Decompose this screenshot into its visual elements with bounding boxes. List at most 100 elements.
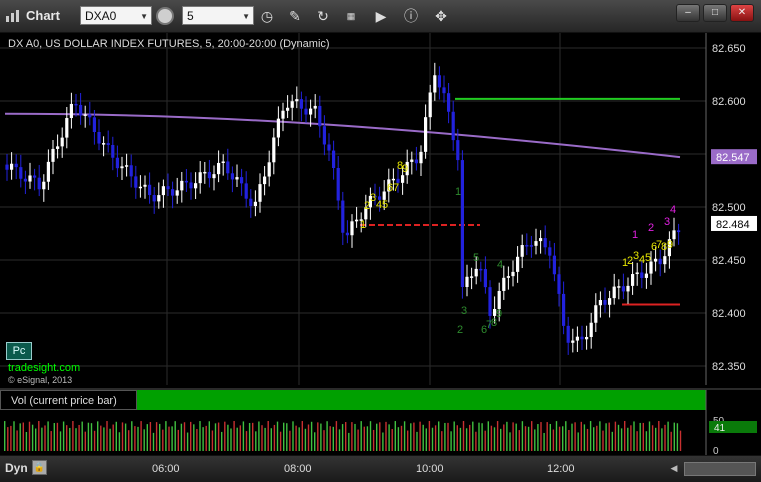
volume-bar xyxy=(670,431,672,451)
candle-body xyxy=(548,247,552,256)
info-icon[interactable]: ⓘ xyxy=(402,7,420,25)
volume-bar xyxy=(667,421,669,451)
symbol-settings-gear-icon[interactable] xyxy=(156,7,174,25)
dynamic-label[interactable]: Dyn xyxy=(5,461,28,475)
volume-bar xyxy=(676,423,679,451)
draw-pencil-icon[interactable]: ✎ xyxy=(286,7,304,25)
candle-body xyxy=(258,184,262,202)
volume-pane-header xyxy=(137,390,706,410)
volume-bar xyxy=(354,423,356,451)
candle-body xyxy=(488,287,492,316)
title-bar: Chart DXA0 ▼ 5 ▼ ◷ ✎ ↻ ▦ ▶ ⓘ ✥ – □ ✕ xyxy=(0,0,761,33)
volume-bar xyxy=(431,427,434,451)
volume-bar xyxy=(382,432,384,451)
volume-bar xyxy=(214,423,217,451)
volume-bar xyxy=(75,428,77,451)
link-icon[interactable]: ✥ xyxy=(432,7,450,25)
chevron-down-icon[interactable]: ▼ xyxy=(242,7,250,26)
symbol-input[interactable]: DXA0 ▼ xyxy=(80,6,152,25)
candle-body xyxy=(69,103,73,119)
volume-bar xyxy=(341,424,344,451)
volume-bar xyxy=(295,425,297,451)
candle-body xyxy=(391,178,395,181)
candle-body xyxy=(299,99,303,109)
candle-body xyxy=(235,177,239,180)
candle-body xyxy=(465,276,469,287)
candle-body xyxy=(631,274,635,286)
volume-bar xyxy=(134,426,136,451)
volume-bar xyxy=(118,432,121,451)
calendar-icon[interactable]: ▦ xyxy=(342,7,360,25)
volume-bar xyxy=(239,425,241,451)
volume-bar xyxy=(617,424,620,451)
volume-bar xyxy=(310,421,313,451)
sequence-count: 9 xyxy=(667,239,673,251)
volume-bar xyxy=(512,422,514,451)
volume-bar xyxy=(593,427,595,451)
candle-body xyxy=(184,180,188,183)
clock-icon[interactable]: ◷ xyxy=(258,7,276,25)
volume-bar xyxy=(363,426,365,451)
volume-bar xyxy=(121,422,124,451)
volume-bar xyxy=(673,422,675,451)
volume-bar xyxy=(186,432,189,451)
candle-body xyxy=(166,186,170,190)
candle-body xyxy=(189,182,193,189)
volume-bar xyxy=(332,426,334,451)
scrollbar-thumb[interactable] xyxy=(684,462,756,476)
volume-bar xyxy=(155,422,158,451)
volume-bar xyxy=(177,429,179,451)
volume-bar xyxy=(425,428,427,451)
volume-bar xyxy=(264,427,266,451)
candle-body xyxy=(37,177,41,190)
pc-button[interactable]: Pc xyxy=(6,342,32,360)
volume-bar xyxy=(307,424,310,451)
candle-body xyxy=(456,140,460,161)
maximize-button[interactable]: □ xyxy=(703,4,727,22)
lock-icon[interactable]: 🔒 xyxy=(32,460,47,475)
volume-bar xyxy=(87,422,90,451)
volume-bar xyxy=(128,430,130,451)
interval-input[interactable]: 5 ▼ xyxy=(182,6,254,25)
volume-bar xyxy=(472,421,474,451)
volume-bar xyxy=(642,422,644,451)
play-icon[interactable]: ▶ xyxy=(372,7,390,25)
volume-bar xyxy=(245,431,248,451)
volume-bar xyxy=(506,421,508,451)
volume-bar xyxy=(555,421,558,451)
volume-bar xyxy=(521,421,524,451)
volume-bar xyxy=(270,428,272,451)
volume-bar xyxy=(180,423,183,451)
volume-bar xyxy=(434,425,437,451)
candle-body xyxy=(313,105,317,109)
candle-body xyxy=(171,189,175,196)
volume-bar xyxy=(568,429,570,451)
refresh-icon[interactable]: ↻ xyxy=(314,7,332,25)
volume-bar xyxy=(19,423,21,451)
candle-body xyxy=(424,117,428,152)
candle-body xyxy=(327,144,331,151)
volume-bar xyxy=(636,431,638,451)
volume-bar xyxy=(357,429,359,451)
volume-badge-text: 41 xyxy=(714,423,726,434)
volume-bar xyxy=(462,421,465,451)
volume-bar xyxy=(614,421,617,451)
volume-bar xyxy=(286,423,288,451)
time-tick: 12:00 xyxy=(547,463,575,475)
minimize-button[interactable]: – xyxy=(676,4,700,22)
volume-bar xyxy=(217,422,220,451)
candle-body xyxy=(529,245,533,247)
candle-body xyxy=(203,171,207,174)
candle-body xyxy=(511,271,515,277)
candle-body xyxy=(10,163,14,170)
volume-bar xyxy=(72,421,74,451)
close-button[interactable]: ✕ xyxy=(730,4,754,22)
candle-body xyxy=(244,183,248,199)
scroll-left-icon[interactable]: ◀ xyxy=(668,462,680,474)
chevron-down-icon[interactable]: ▼ xyxy=(140,7,148,26)
sequence-count: 5 xyxy=(645,252,651,264)
volume-study-label[interactable]: Vol (current price bar) xyxy=(0,390,137,410)
volume-bar xyxy=(549,423,551,451)
sequence-count: 3 xyxy=(461,305,467,317)
volume-bar xyxy=(422,424,424,451)
